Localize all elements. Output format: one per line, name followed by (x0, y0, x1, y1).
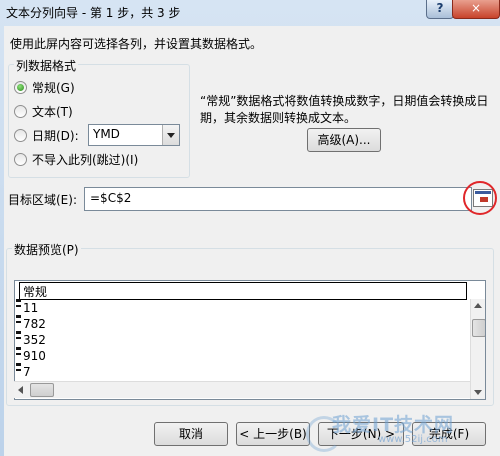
radio-text-label: 文本(T) (32, 104, 73, 119)
preview-row: 782 (23, 317, 46, 331)
preview-row-markers (16, 299, 21, 379)
scroll-up-icon[interactable] (474, 303, 482, 308)
vertical-scroll-thumb[interactable] (472, 319, 485, 337)
next-button[interactable]: 下一步(N) > (318, 422, 404, 446)
radio-general-label: 常规(G) (32, 80, 75, 95)
preview-horizontal-scrollbar[interactable] (14, 381, 470, 398)
window-title: 文本分列向导 - 第 1 步，共 3 步 (6, 6, 181, 20)
preview-column-header[interactable]: 常规 (19, 282, 467, 300)
dialog-body: 使用此屏内容可选择各列，并设置其数据格式。 列数据格式 常规(G) 文本(T) … (4, 26, 500, 456)
preview-vertical-scrollbar[interactable] (470, 299, 485, 399)
radio-general[interactable]: 常规(G) (14, 78, 75, 96)
finish-button[interactable]: 完成(F) (412, 422, 486, 446)
intro-text: 使用此屏内容可选择各列，并设置其数据格式。 (10, 37, 263, 51)
preview-header-label: 常规 (23, 285, 48, 299)
radio-skip-label: 不导入此列(跳过)(I) (32, 152, 139, 167)
radio-skip[interactable]: 不导入此列(跳过)(I) (14, 150, 138, 168)
preview-row: 7 (23, 365, 31, 379)
highlight-circle (463, 181, 497, 215)
destination-input[interactable]: =$C$2 (84, 187, 472, 211)
back-button[interactable]: < 上一步(B) (236, 422, 310, 446)
scroll-left-icon[interactable] (18, 386, 23, 394)
date-format-select[interactable]: YMD (88, 124, 180, 146)
help-button[interactable]: ? (426, 0, 454, 19)
radio-date-label: 日期(D): (32, 128, 79, 143)
radio-text-indicator[interactable] (14, 104, 27, 118)
title-bar: 文本分列向导 - 第 1 步，共 3 步 ? × (0, 0, 500, 24)
destination-label: 目标区域(E): (8, 193, 77, 207)
radio-general-indicator[interactable] (14, 80, 27, 94)
radio-text[interactable]: 文本(T) (14, 102, 73, 120)
horizontal-scroll-thumb[interactable] (30, 383, 54, 397)
preview-row: 11 (23, 301, 39, 315)
cancel-button[interactable]: 取消 (154, 422, 228, 446)
destination-value: =$C$2 (90, 191, 132, 205)
radio-date-indicator[interactable] (14, 128, 27, 142)
close-button[interactable]: × (452, 0, 500, 19)
radio-date[interactable]: 日期(D): (14, 126, 79, 144)
scroll-down-icon[interactable] (474, 390, 482, 395)
date-format-value: YMD (93, 127, 120, 141)
advanced-button[interactable]: 高级(A)... (307, 128, 381, 152)
radio-skip-indicator[interactable] (14, 152, 27, 166)
preview-title: 数据预览(P) (12, 241, 81, 258)
chevron-down-icon[interactable] (162, 125, 179, 145)
preview-row: 352 (23, 333, 46, 347)
preview-row: 910 (23, 349, 46, 363)
dialog-window: 文本分列向导 - 第 1 步，共 3 步 ? × 使用此屏内容可选择各列，并设置… (0, 0, 500, 456)
format-description: “常规”数据格式将数值转换成数字，日期值会转换成日期，其余数据则转换成文本。 (200, 94, 489, 125)
column-format-title: 列数据格式 (14, 57, 79, 74)
